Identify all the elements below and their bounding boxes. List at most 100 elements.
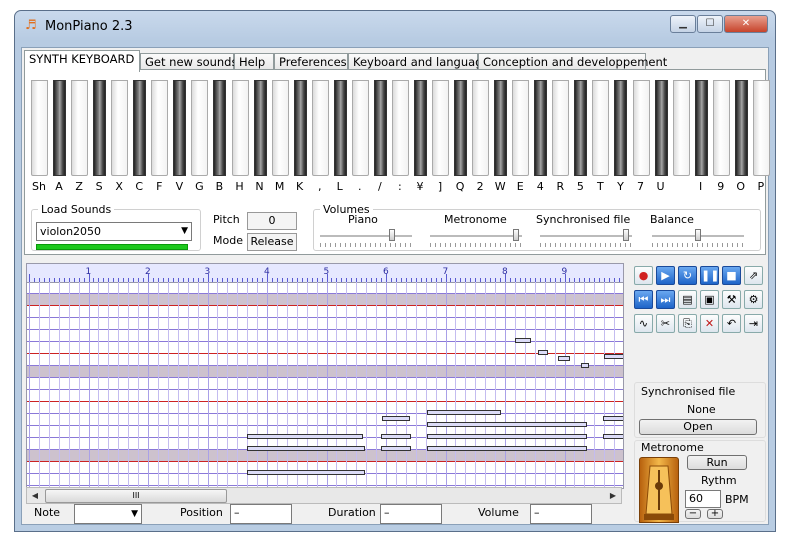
piano-white-key[interactable]	[351, 80, 369, 176]
piano-black-key[interactable]	[373, 80, 387, 176]
piano-white-key[interactable]	[592, 80, 610, 176]
piano-white-key[interactable]	[752, 80, 770, 176]
pitch-lane[interactable]	[27, 354, 623, 366]
note-block[interactable]	[581, 363, 589, 368]
pitch-lane[interactable]	[27, 318, 623, 330]
piano-white-key[interactable]	[391, 80, 409, 176]
close-button[interactable]: ✕	[724, 15, 768, 33]
piano-black-key[interactable]	[173, 80, 187, 176]
piano-white-key[interactable]	[632, 80, 650, 176]
piano-white-key[interactable]	[271, 80, 289, 176]
tab-synth-keyboard[interactable]: SYNTH KEYBOARD	[24, 50, 140, 72]
piano-white-key[interactable]	[672, 80, 690, 176]
metronome-volume-slider[interactable]	[430, 229, 522, 249]
piano-roll-editor[interactable]: 1 2 3 4 5 6 7 8 9	[26, 263, 624, 489]
piano-black-key[interactable]	[614, 80, 628, 176]
note-block[interactable]	[247, 434, 363, 439]
pitch-lane[interactable]	[27, 330, 623, 342]
save-button[interactable]: ▣	[700, 290, 719, 309]
piano-black-key[interactable]	[574, 80, 588, 176]
piano-black-key[interactable]	[293, 80, 307, 176]
volume-field[interactable]: –	[530, 504, 592, 524]
open-folder-button[interactable]: ▤	[678, 290, 697, 309]
paste-button[interactable]: ⎘	[678, 314, 697, 333]
scroll-right-icon[interactable]: ▶	[605, 488, 621, 503]
piano-black-key[interactable]	[413, 80, 427, 176]
pitch-lane[interactable]	[27, 474, 623, 486]
slider-thumb[interactable]	[513, 229, 520, 241]
piano-black-key[interactable]	[253, 80, 267, 176]
note-block[interactable]	[427, 434, 587, 439]
note-block[interactable]	[603, 434, 623, 439]
note-select[interactable]: ▼	[74, 504, 142, 524]
pitch-lane[interactable]	[27, 402, 623, 414]
piano-white-key[interactable]	[472, 80, 490, 176]
to-start-button[interactable]: ⏮	[634, 290, 653, 309]
pitch-lane[interactable]	[27, 306, 623, 318]
note-block[interactable]	[382, 416, 410, 421]
mode-value[interactable]: Release	[247, 233, 297, 251]
open-sync-file-button[interactable]: Open	[639, 419, 757, 435]
piano-white-key[interactable]	[512, 80, 530, 176]
insert-button[interactable]: ⇥	[744, 314, 763, 333]
piano-white-key[interactable]	[231, 80, 249, 176]
note-block[interactable]	[427, 446, 587, 451]
bpm-input[interactable]: 60	[685, 490, 721, 508]
piano-black-key[interactable]	[133, 80, 147, 176]
piano-white-key[interactable]	[432, 80, 449, 176]
piano-white-key[interactable]	[151, 80, 169, 176]
bpm-increase-button[interactable]: +	[707, 509, 723, 519]
export-button[interactable]: ⇗	[744, 266, 763, 285]
note-block[interactable]	[381, 434, 411, 439]
pitch-lane[interactable]	[27, 378, 623, 390]
piano-black-key[interactable]	[333, 80, 347, 176]
note-block[interactable]	[381, 446, 411, 451]
maximize-button[interactable]: ☐	[697, 15, 723, 33]
slider-thumb[interactable]	[695, 229, 701, 241]
piano-white-key[interactable]	[712, 80, 730, 176]
piano-black-key[interactable]	[494, 80, 508, 176]
piano-white-key[interactable]	[31, 80, 48, 176]
loop-button[interactable]: ↻	[678, 266, 697, 285]
pitch-lane[interactable]	[27, 282, 623, 294]
piano-black-key[interactable]	[654, 80, 668, 176]
pitch-lane[interactable]	[27, 366, 623, 378]
note-block[interactable]	[427, 410, 501, 415]
pitch-lane[interactable]	[27, 390, 623, 402]
duration-field[interactable]: –	[380, 504, 442, 524]
note-block[interactable]	[603, 416, 623, 421]
balance-slider[interactable]	[652, 229, 744, 249]
stop-button[interactable]: ■	[722, 266, 741, 285]
play-button[interactable]: ▶	[656, 266, 675, 285]
metronome-run-button[interactable]: Run	[687, 455, 747, 470]
sound-select[interactable]: violon2050 ▼	[36, 222, 192, 241]
note-block[interactable]	[604, 354, 623, 359]
delete-button[interactable]: ✕	[700, 314, 719, 333]
piano-white-key[interactable]	[311, 80, 329, 176]
pitch-lane[interactable]	[27, 450, 623, 462]
note-block[interactable]	[538, 350, 548, 355]
scroll-left-icon[interactable]: ◀	[27, 488, 43, 503]
horizontal-scrollbar[interactable]: ◀ III ▶	[26, 487, 622, 504]
pause-button[interactable]: ❚❚	[700, 266, 719, 285]
scroll-thumb[interactable]: III	[45, 489, 227, 503]
piano-volume-slider[interactable]	[320, 229, 412, 249]
time-ruler[interactable]: 1 2 3 4 5 6 7 8 9	[27, 264, 623, 283]
waveform-button[interactable]: ∿	[634, 314, 653, 333]
wrench-button[interactable]: ⚙	[744, 290, 763, 309]
piano-black-key[interactable]	[454, 80, 468, 176]
note-block[interactable]	[427, 422, 587, 427]
note-block[interactable]	[247, 470, 365, 475]
slider-thumb[interactable]	[623, 229, 630, 241]
piano-black-key[interactable]	[93, 80, 107, 176]
position-field[interactable]: –	[230, 504, 292, 524]
bpm-decrease-button[interactable]: −	[685, 509, 701, 519]
record-button[interactable]: ●	[634, 266, 653, 285]
tools-button[interactable]: ⚒	[722, 290, 741, 309]
pitch-lane[interactable]	[27, 294, 623, 306]
piano-black-key[interactable]	[694, 80, 708, 176]
note-block[interactable]	[515, 338, 531, 343]
note-block[interactable]	[247, 446, 365, 451]
piano-black-key[interactable]	[534, 80, 548, 176]
piano-white-key[interactable]	[552, 80, 570, 176]
